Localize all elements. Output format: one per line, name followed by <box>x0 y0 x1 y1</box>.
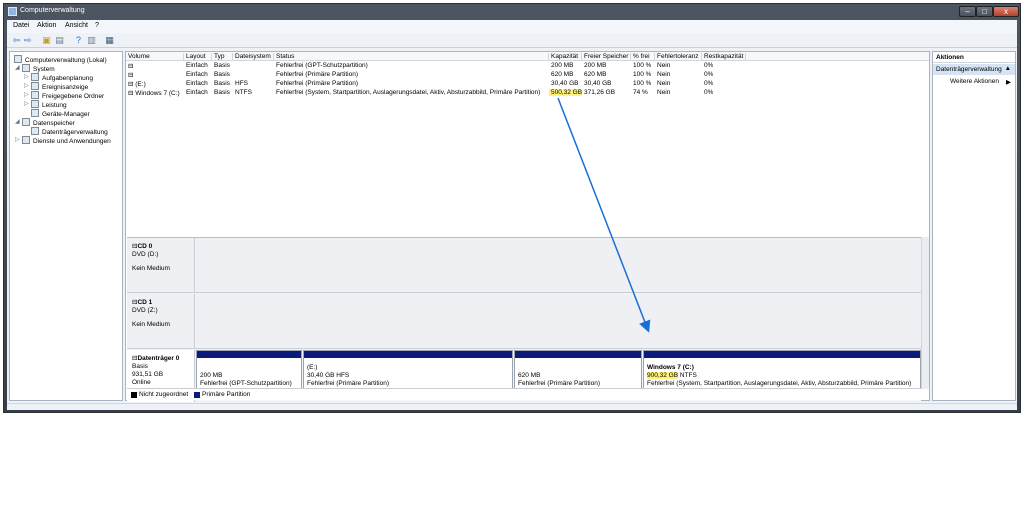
arrow-line <box>557 97 651 333</box>
annotation-arrow <box>557 97 651 333</box>
